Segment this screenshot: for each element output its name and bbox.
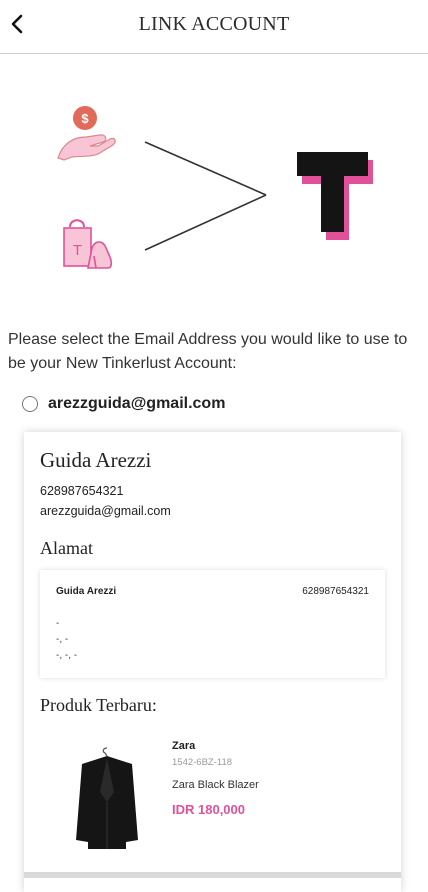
link-account-illustration: $ T (57, 106, 373, 269)
email-option[interactable]: arezzguida@gmail.com (22, 392, 225, 416)
product-sku: 1542-6BZ-118 (172, 757, 233, 768)
money-hand-icon: $ (57, 106, 116, 161)
page-title: LINK ACCOUNT (138, 13, 290, 35)
address-name: Guida Arezzi (56, 586, 117, 597)
app-header: LINK ACCOUNT (0, 0, 428, 54)
address-section-title: Alamat (40, 538, 93, 558)
address-phone: 628987654321 (302, 586, 369, 597)
product-brand: Zara (172, 740, 196, 752)
radio-button[interactable] (22, 396, 38, 412)
email-option-label: arezzguida@gmail.com (48, 395, 226, 412)
account-details-card: Guida Arezzi 628987654321 arezzguida@gma… (24, 432, 401, 892)
address-line: -, -, - (56, 650, 78, 661)
product-name: Zara Black Blazer (172, 779, 259, 791)
product-image (76, 747, 138, 849)
instruction-text: Please select the Email Address you woul… (8, 331, 408, 372)
address-line: -, - (56, 634, 69, 645)
address-line: - (56, 618, 60, 629)
card-bottom-edge (24, 872, 401, 878)
account-email: arezzguida@gmail.com (40, 504, 171, 518)
latest-products-title: Produk Terbaru: (40, 695, 157, 715)
bag-letter: T (73, 242, 82, 259)
product-price: IDR 180,000 (172, 802, 245, 817)
account-phone: 628987654321 (40, 484, 124, 498)
account-name: Guida Arezzi (40, 448, 152, 472)
shopping-bag-heels-icon: T (63, 219, 113, 269)
tinkerlust-logo (297, 152, 373, 240)
svg-text:$: $ (81, 111, 89, 126)
address-card: Guida Arezzi 628987654321 - -, - -, -, - (40, 570, 385, 678)
